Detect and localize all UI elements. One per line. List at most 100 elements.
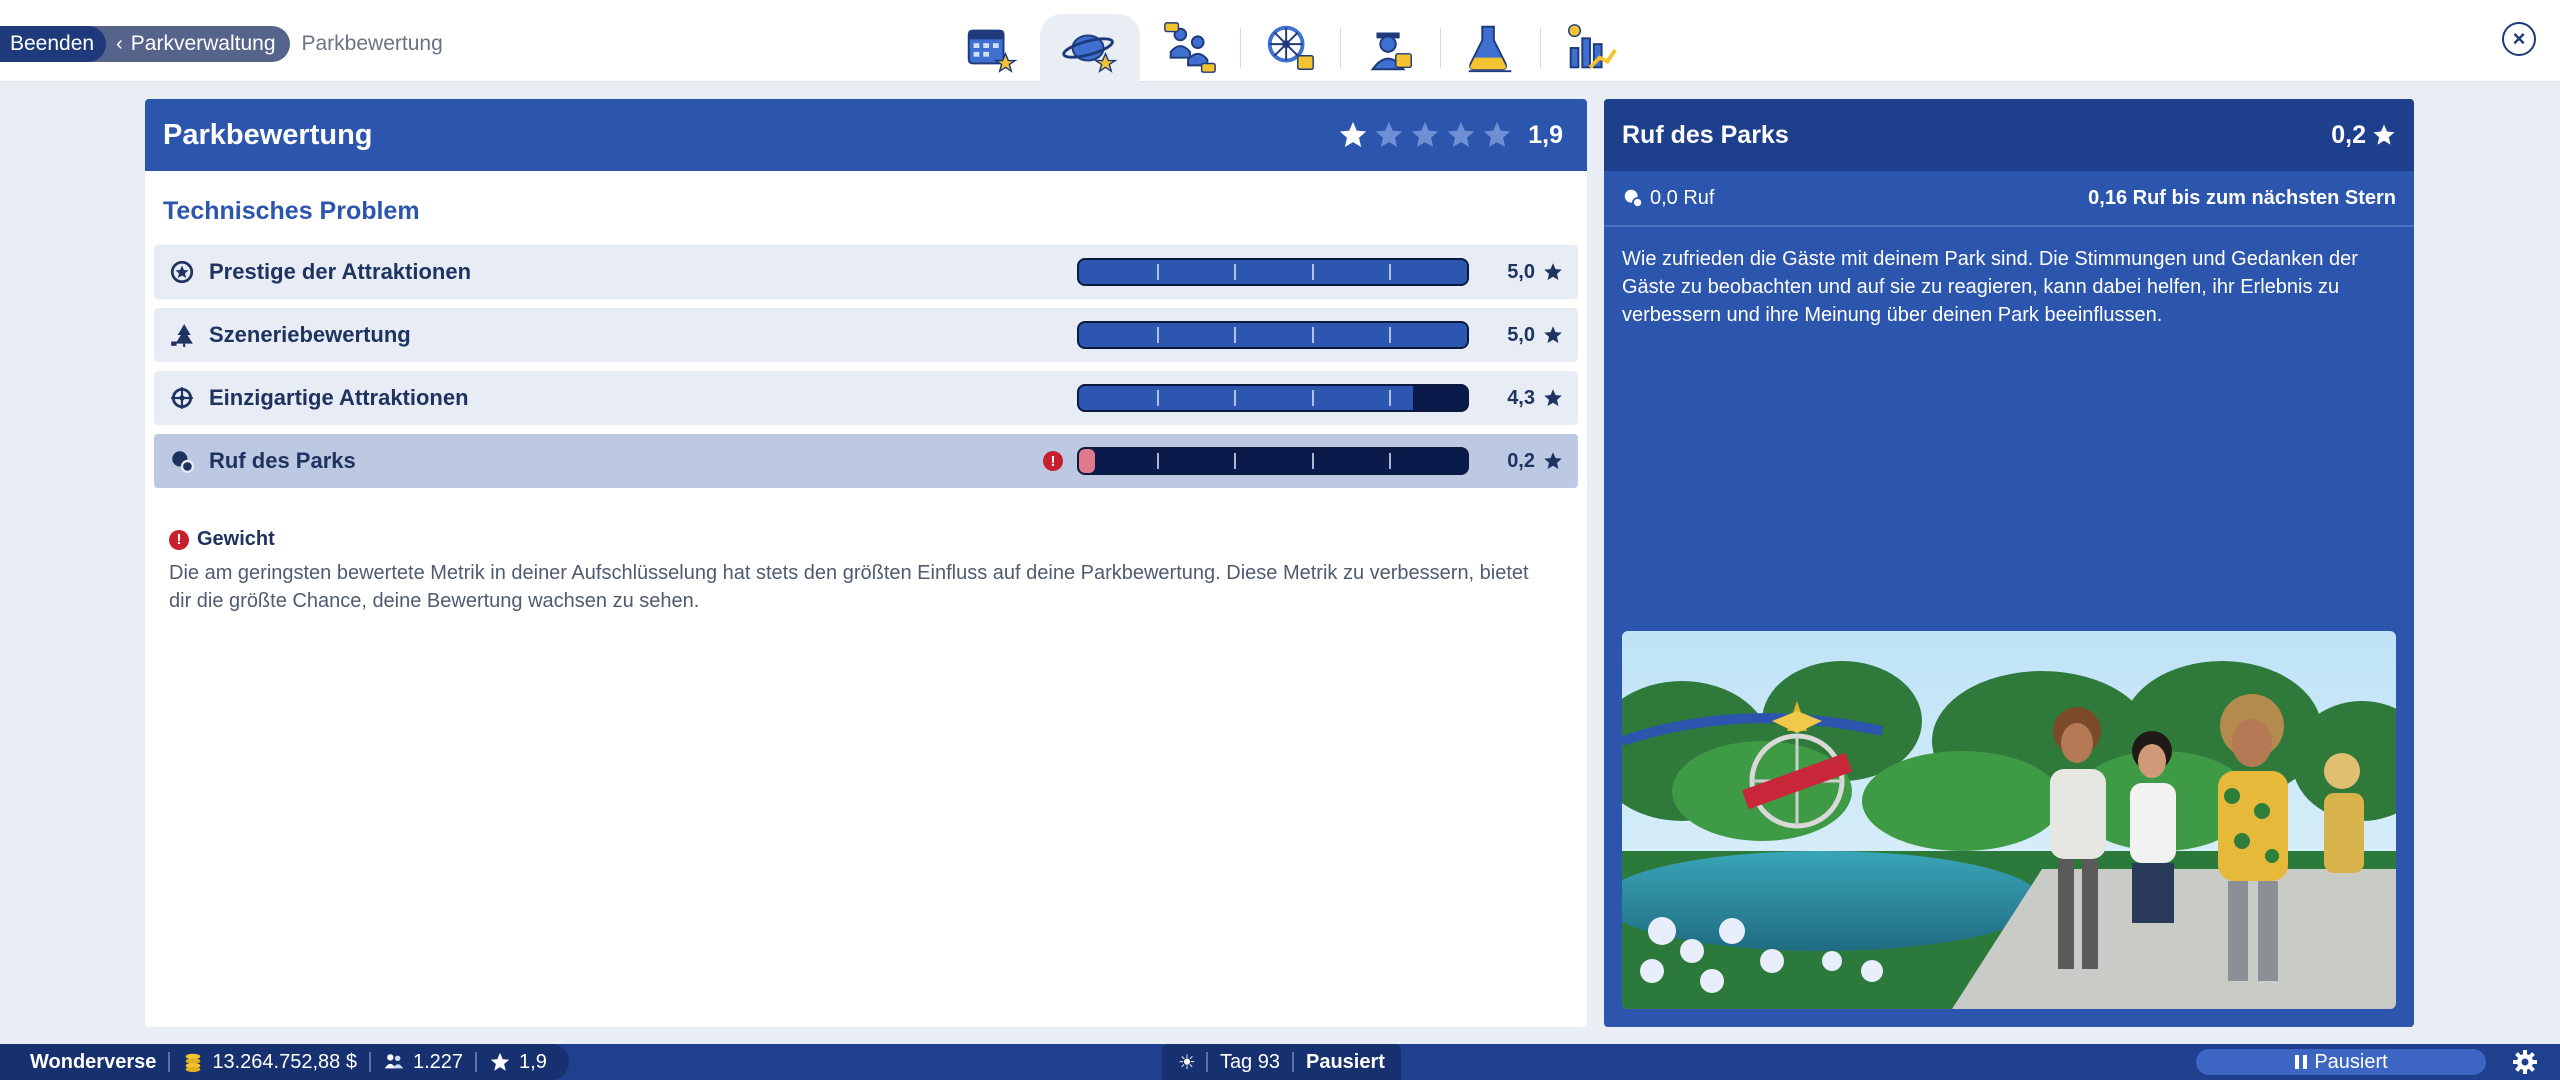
star-filled-icon xyxy=(1340,121,1367,147)
back-to-park-management-button[interactable]: ‹ Parkverwaltung xyxy=(86,26,290,62)
metric-label: Einzigartige Attraktionen xyxy=(209,385,469,410)
tab-finances[interactable] xyxy=(1540,14,1640,82)
weight-info: ! Gewicht Die am geringsten bewertete Me… xyxy=(169,528,1549,615)
status-bar: Wonderverse 13.264.752,88 $ 1.227 1,9 ☀ … xyxy=(0,1044,2560,1080)
bar-tick xyxy=(1156,390,1159,406)
top-bar: Beenden ‹ Parkverwaltung Parkbewertung × xyxy=(0,0,2560,82)
rating-score: 1,9 xyxy=(1528,120,1563,149)
ferris-wheel-icon xyxy=(1267,25,1314,70)
finance-chart-icon xyxy=(1568,24,1617,69)
reputation-detail-panel: Ruf des Parks 0,2 0,0 Ruf 0,16 Ruf bis z… xyxy=(1604,99,2414,1027)
metric-value: 4,3 xyxy=(1507,386,1535,409)
day-counter: Tag 93 xyxy=(1219,1050,1280,1073)
divider xyxy=(1205,1052,1208,1072)
bar-tick xyxy=(1156,453,1159,469)
metric-progress-bar xyxy=(1077,384,1469,412)
metric-progress-fill xyxy=(1079,449,1095,473)
reputation-icon xyxy=(172,451,194,473)
park-rating-panel: Parkbewertung 1,9 Technisches Problem Pr… xyxy=(145,99,1587,1027)
metric-value: 0,2 xyxy=(1507,449,1535,472)
chevron-left-icon: ‹ xyxy=(116,32,123,55)
tab-guests[interactable] xyxy=(1140,14,1240,82)
bar-tick xyxy=(1311,453,1314,469)
tab-calendar[interactable] xyxy=(940,14,1040,82)
planet-star-icon xyxy=(1062,34,1118,73)
reputation-info: 0,0 Ruf 0,16 Ruf bis zum nächsten Stern xyxy=(1604,171,2414,227)
unique-attraction-icon xyxy=(171,387,193,409)
close-button[interactable]: × xyxy=(2502,22,2536,56)
pause-icon xyxy=(2295,1055,2308,1069)
tab-park-rating[interactable] xyxy=(1040,14,1140,82)
close-icon: × xyxy=(2512,26,2526,51)
next-star-info: 0,16 Ruf bis zum nächsten Stern xyxy=(2088,186,2396,209)
weight-heading: ! Gewicht xyxy=(169,528,1549,551)
bar-tick xyxy=(1389,264,1392,280)
calendar-star-icon xyxy=(967,29,1018,73)
bar-tick xyxy=(1311,327,1314,343)
page-title: Parkbewertung xyxy=(163,118,373,151)
bar-tick xyxy=(1389,453,1392,469)
prestige-icon xyxy=(170,260,194,284)
exit-button[interactable]: Beenden xyxy=(0,26,107,62)
section-title: Technisches Problem xyxy=(163,197,420,225)
metric-progress-bar xyxy=(1077,321,1469,349)
warning-icon: ! xyxy=(169,529,189,550)
park-stats: Wonderverse 13.264.752,88 $ 1.227 1,9 xyxy=(0,1044,569,1080)
scenery-tree-icon xyxy=(171,324,193,347)
tab-research[interactable] xyxy=(1440,14,1540,82)
metric-progress-fill xyxy=(1079,260,1467,284)
breadcrumb-current: Parkbewertung xyxy=(301,32,443,55)
metric-list: Prestige der Attraktionen 5,0 Szeneriebewe… xyxy=(154,245,1578,488)
star-empty-icon xyxy=(1484,121,1511,147)
management-tabs xyxy=(940,14,1640,82)
star-icon xyxy=(490,1052,510,1071)
star-icon xyxy=(1544,389,1562,406)
divider xyxy=(475,1052,478,1072)
sun-icon: ☀ xyxy=(1178,1051,1196,1074)
bar-tick xyxy=(1234,264,1237,280)
settings-gear-icon[interactable] xyxy=(2510,1047,2540,1077)
money-value: 13.264.752,88 $ xyxy=(212,1050,357,1073)
tab-attractions[interactable] xyxy=(1240,14,1340,82)
reputation-icon xyxy=(1624,189,1644,209)
tab-staff[interactable] xyxy=(1340,14,1440,82)
guests-illustration xyxy=(1622,631,2396,1009)
bar-tick xyxy=(1389,327,1392,343)
metric-progress-bar xyxy=(1077,447,1469,475)
bar-tick xyxy=(1389,390,1392,406)
metric-value: 5,0 xyxy=(1507,323,1535,346)
star-icon xyxy=(1544,452,1562,469)
metric-progress-fill xyxy=(1079,323,1467,347)
rating-stars xyxy=(1338,120,1512,150)
metric-progress-bar xyxy=(1077,258,1469,286)
weight-text: Die am geringsten bewertete Metrik in de… xyxy=(169,562,1529,612)
guests-icon xyxy=(1164,22,1216,73)
park-name[interactable]: Wonderverse xyxy=(30,1051,156,1074)
detail-description: Wie zufrieden die Gäste mit deinem Park … xyxy=(1622,248,2358,326)
game-speed-control[interactable]: Pausiert xyxy=(2196,1049,2486,1075)
star-empty-icon xyxy=(1448,121,1475,147)
guest-count: 1.227 xyxy=(412,1050,464,1073)
star-icon xyxy=(1544,263,1562,280)
park-rating-value: 1,9 xyxy=(519,1050,547,1073)
detail-score: 0,2 xyxy=(2331,120,2366,149)
bar-tick xyxy=(1156,327,1159,343)
metric-row[interactable]: Szeneriebewertung 5,0 xyxy=(154,308,1578,362)
metric-progress-fill xyxy=(1079,386,1413,410)
star-icon xyxy=(1544,326,1562,343)
bar-tick xyxy=(1234,390,1237,406)
detail-title: Ruf des Parks xyxy=(1622,120,1789,149)
reputation-value: 0,0 Ruf xyxy=(1650,186,1715,209)
star-empty-icon xyxy=(1376,121,1403,147)
weight-title: Gewicht xyxy=(197,528,275,550)
metric-label: Ruf des Parks xyxy=(209,448,356,473)
metric-row[interactable]: Prestige der Attraktionen 5,0 xyxy=(154,245,1578,299)
guests-count-icon xyxy=(384,1054,404,1069)
metric-row[interactable]: Ruf des Parks! 0,2 xyxy=(154,434,1578,488)
game-speed-label: Pausiert xyxy=(2314,1050,2388,1073)
breadcrumb-parent-label: Parkverwaltung xyxy=(130,32,276,55)
coins-icon xyxy=(186,1053,201,1073)
bar-tick xyxy=(1311,390,1314,406)
metric-row[interactable]: Einzigartige Attraktionen 4,3 xyxy=(154,371,1578,425)
metric-label: Szeneriebewertung xyxy=(209,322,411,347)
